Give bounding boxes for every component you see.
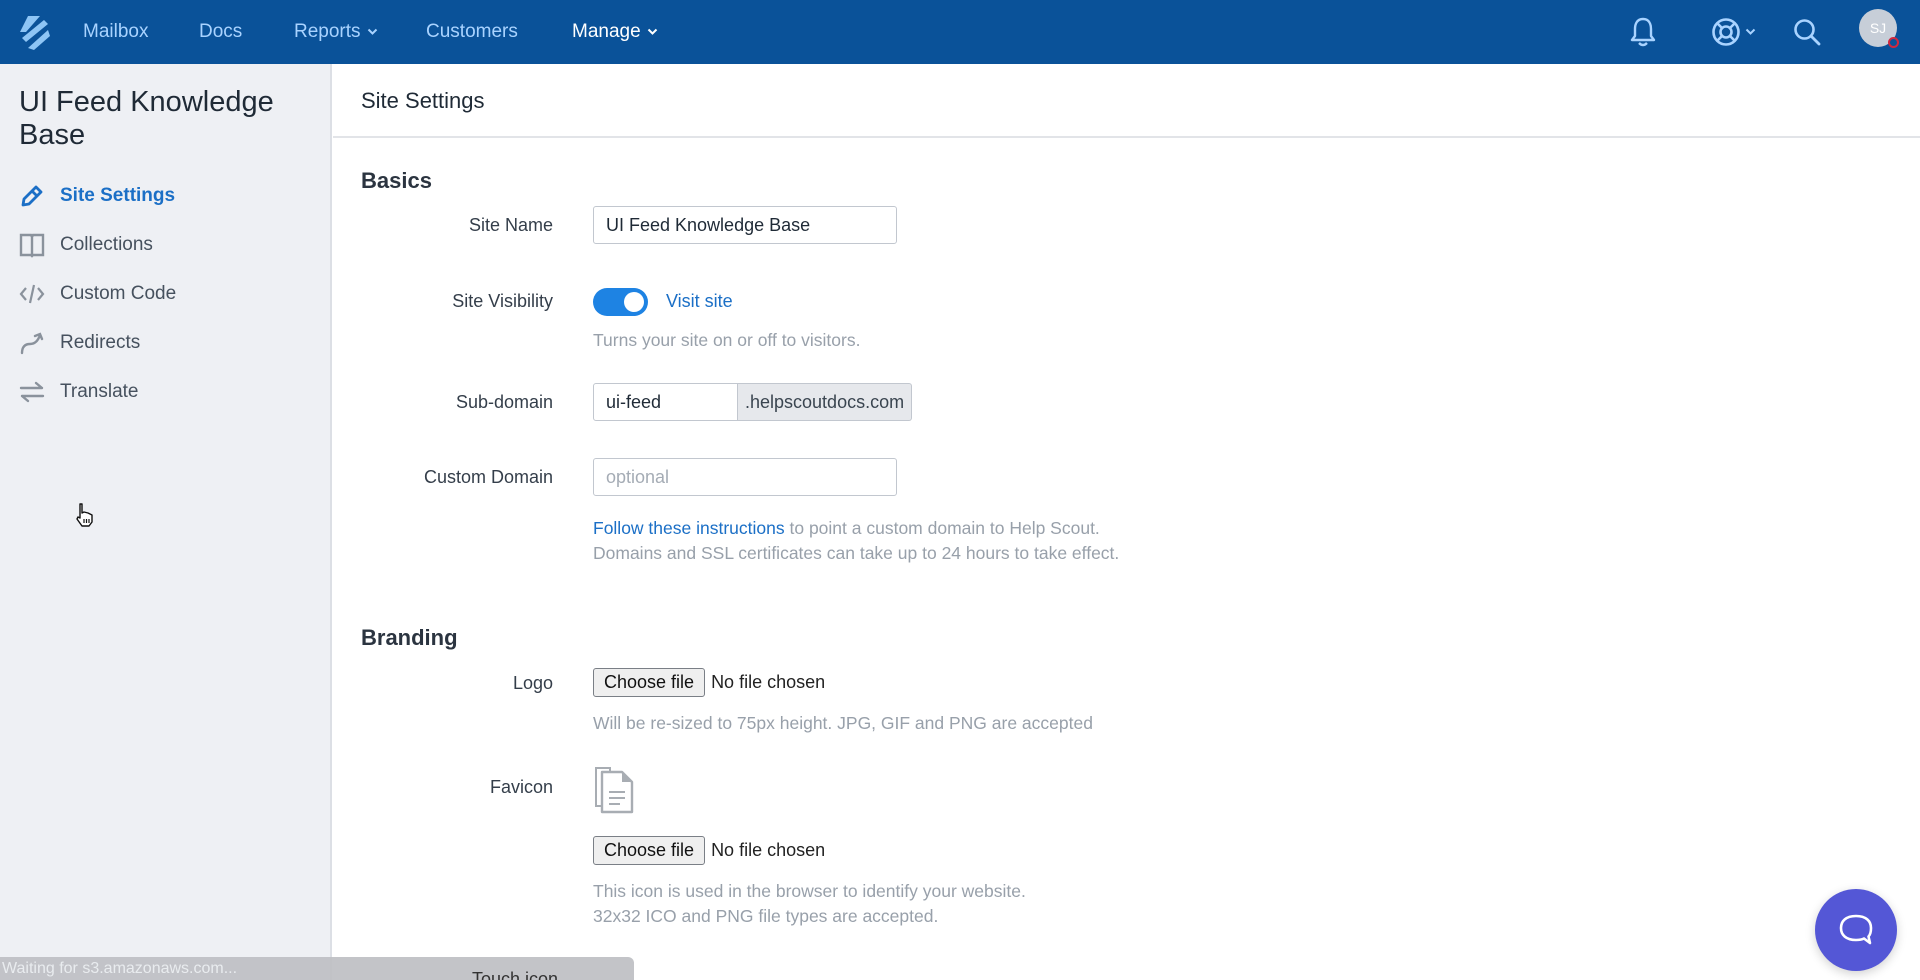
visit-site-link[interactable]: Visit site — [666, 291, 733, 312]
favicon-choose-file-button[interactable]: Choose file — [593, 836, 706, 865]
search-icon — [1794, 19, 1821, 46]
custom-domain-label: Custom Domain — [423, 467, 553, 487]
site-name-label: Site Name — [468, 215, 553, 235]
page-header: Site Settings — [333, 64, 1920, 138]
logo-file-input: Choose file No file chosen — [593, 668, 825, 697]
favicon-label: Favicon — [489, 777, 553, 797]
sidebar-title: UI Feed Knowledge Base — [19, 86, 274, 151]
logo-help: Will be re-sized to 75px height. JPG, GI… — [593, 713, 1093, 733]
page-title: Site Settings — [361, 88, 485, 113]
status-badge — [1888, 37, 1899, 48]
site-visibility-help: Turns your site on or off to visitors. — [593, 330, 861, 350]
helpscout-logo-icon[interactable] — [18, 12, 52, 52]
sidebar-item-label: Collections — [60, 234, 153, 255]
top-navigation-bar: Mailbox Docs Reports Customers Manage SJ — [0, 0, 1920, 64]
nav-manage-label: Manage — [572, 21, 641, 42]
help-menu-button[interactable] — [1707, 12, 1759, 52]
subdomain-suffix: .helpscoutdocs.com — [738, 383, 913, 421]
notifications-bell-icon — [1630, 17, 1656, 47]
nav-customers-label: Customers — [426, 21, 518, 42]
mouse-cursor-hand-icon — [76, 503, 93, 527]
chevron-down-icon — [647, 28, 657, 35]
main-content: Site Settings Basics Site Name Site Visi… — [333, 64, 1920, 980]
nav-mailbox[interactable]: Mailbox — [83, 0, 148, 64]
touch-icon-label: Touch icon — [472, 969, 559, 980]
sidebar: UI Feed Knowledge Base Site Settings Col… — [0, 64, 332, 980]
nav-manage[interactable]: Manage — [572, 0, 658, 64]
nav-customers[interactable]: Customers — [426, 0, 518, 64]
help-beacon-button[interactable] — [1815, 889, 1897, 971]
nav-reports[interactable]: Reports — [294, 0, 378, 64]
subdomain-group: .helpscoutdocs.com — [593, 383, 913, 421]
site-visibility-label: Site Visibility — [452, 291, 553, 311]
sidebar-item-collections[interactable]: Collections — [18, 230, 153, 260]
sidebar-item-site-settings[interactable]: Site Settings — [18, 181, 175, 211]
sidebar-item-label: Custom Code — [60, 283, 177, 304]
notifications-button[interactable] — [1623, 12, 1663, 52]
custom-domain-help: Follow these instructions to point a cus… — [593, 516, 1293, 566]
browser-status-bar: Waiting for s3.amazonaws.com... Touch ic… — [0, 957, 634, 980]
subdomain-label: Sub-domain — [455, 392, 553, 412]
avatar-initials: SJ — [1869, 20, 1887, 36]
sidebar-item-label: Site Settings — [60, 185, 176, 206]
favicon-file-input: Choose file No file chosen — [593, 836, 825, 865]
sidebar-item-translate[interactable]: Translate — [18, 377, 139, 407]
logo-label: Logo — [512, 673, 553, 693]
code-icon — [18, 281, 46, 307]
swap-arrows-icon — [18, 379, 46, 405]
chat-bubble-icon — [1839, 914, 1873, 945]
sidebar-item-redirects[interactable]: Redirects — [18, 328, 140, 358]
favicon-file-status: No file chosen — [711, 840, 826, 860]
redirect-arrow-icon — [18, 330, 46, 356]
sidebar-item-label: Redirects — [60, 332, 141, 353]
toggle-knob — [624, 292, 644, 312]
favicon-help-line2: 32x32 ICO and PNG file types are accepte… — [593, 906, 939, 926]
chevron-down-icon — [1745, 28, 1756, 35]
pencil-icon — [18, 183, 46, 209]
logo-choose-file-button[interactable]: Choose file — [593, 668, 706, 697]
help-lifebuoy-icon — [1712, 18, 1740, 46]
subdomain-input[interactable] — [593, 383, 738, 421]
site-visibility-toggle[interactable] — [593, 288, 648, 316]
section-heading-basics: Basics — [361, 168, 432, 193]
custom-domain-input[interactable] — [593, 458, 897, 496]
logo-file-status: No file chosen — [711, 672, 826, 692]
status-text: Waiting for s3.amazonaws.com... — [2, 960, 238, 977]
custom-domain-help-line2: Domains and SSL certificates can take up… — [593, 543, 1120, 563]
book-icon — [18, 232, 46, 258]
favicon-help: This icon is used in the browser to iden… — [593, 879, 1293, 929]
site-name-input[interactable] — [593, 206, 897, 244]
sidebar-item-custom-code[interactable]: Custom Code — [18, 279, 176, 309]
chevron-down-icon — [367, 28, 377, 35]
custom-domain-help-text: to point a custom domain to Help Scout. — [784, 518, 1100, 538]
search-button[interactable] — [1787, 12, 1827, 52]
section-heading-branding: Branding — [361, 625, 458, 650]
sidebar-item-label: Translate — [60, 381, 139, 402]
favicon-placeholder-document-icon — [595, 767, 634, 814]
follow-instructions-link[interactable]: Follow these instructions — [593, 518, 785, 538]
nav-docs[interactable]: Docs — [199, 0, 242, 64]
nav-reports-label: Reports — [294, 21, 361, 42]
nav-docs-label: Docs — [199, 21, 243, 42]
nav-mailbox-label: Mailbox — [83, 21, 149, 42]
favicon-help-line1: This icon is used in the browser to iden… — [593, 881, 1026, 901]
